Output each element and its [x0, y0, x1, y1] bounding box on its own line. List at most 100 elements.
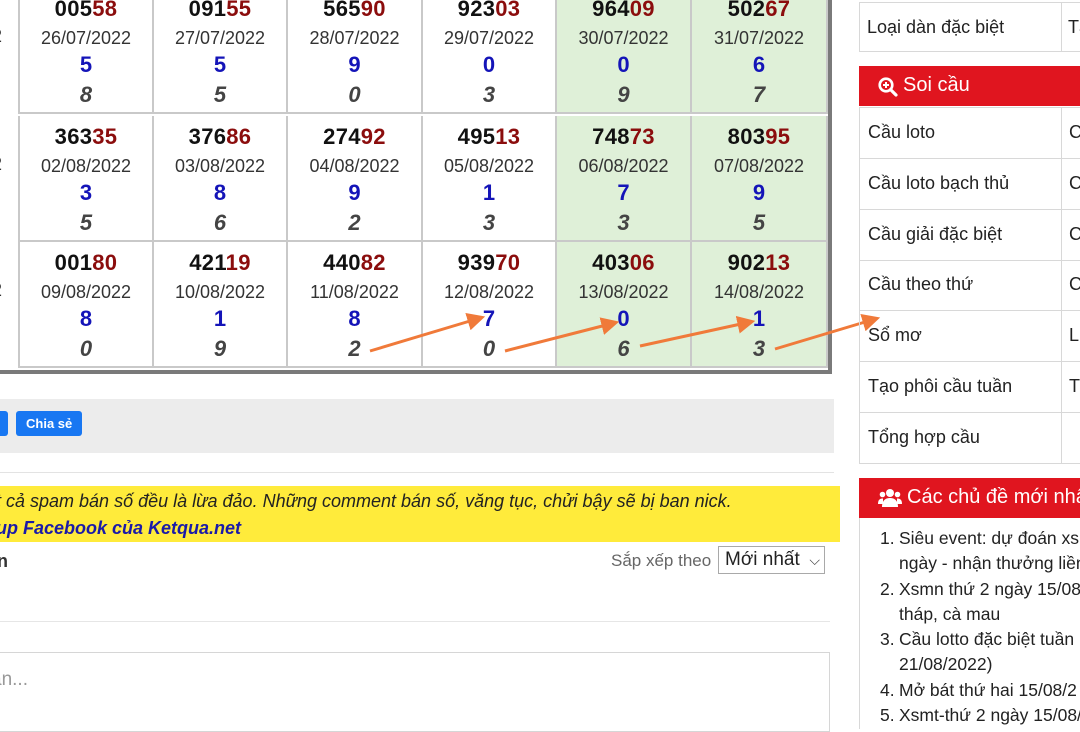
soi-cau-link-secondary[interactable]: C — [1069, 173, 1080, 194]
results-table: 20055826/07/2022580915527/07/20225556590… — [0, 0, 832, 374]
sort-value: Mới nhất — [725, 549, 800, 570]
soi-cau-link-secondary[interactable]: C — [1069, 274, 1080, 295]
special-prize-number[interactable]: 80395 — [692, 124, 826, 150]
result-cell: 80395 07/08/2022 9 5 — [692, 116, 828, 242]
head-digit: 0 — [617, 306, 630, 331]
draw-date: 11/08/2022 — [310, 282, 399, 302]
result-cell: 74873 06/08/2022 7 3 — [557, 116, 692, 242]
draw-date: 10/08/2022 — [174, 282, 266, 302]
soi-cau-row: Tổng hợp cầu — [860, 412, 1080, 464]
special-prize-number[interactable]: 90213 — [692, 250, 826, 276]
tail-digit: 6 — [213, 210, 227, 235]
soi-cau-link[interactable]: Cầu loto bạch thủ — [868, 173, 1009, 194]
topic-title-line: Mở bát thứ hai 15/08/2 — [899, 679, 1077, 700]
special-prize-number[interactable]: 92303 — [423, 0, 555, 22]
soi-cau-link[interactable]: Cầu loto — [868, 122, 935, 143]
number-tail: 95 — [765, 124, 791, 149]
number-tail: 13 — [765, 250, 791, 275]
notice-text: t cả spam bán số đều là lừa đảo. Những c… — [0, 491, 732, 511]
number-prefix: 403 — [592, 250, 630, 275]
results-row: 20055826/07/2022580915527/07/20225556590… — [0, 0, 832, 114]
result-cell: 92303 29/07/2022 0 3 — [423, 0, 557, 114]
tail-digit: 0 — [79, 336, 93, 361]
tail-digit: 2 — [348, 210, 361, 235]
tail-digit: 3 — [482, 82, 496, 107]
share-bar: Chia sẻ — [0, 399, 834, 453]
number-prefix: 939 — [457, 250, 496, 275]
special-prize-number[interactable]: 50267 — [692, 0, 826, 22]
special-prize-number[interactable]: 37686 — [154, 124, 286, 150]
sort-select[interactable]: Mới nhất ⌵ — [718, 546, 825, 574]
comment-input[interactable]: ận... — [0, 652, 830, 732]
soi-cau-link-secondary[interactable]: Lị — [1069, 325, 1080, 346]
result-cell: 37686 03/08/2022 8 6 — [154, 116, 288, 242]
draw-date: 13/08/2022 — [578, 282, 669, 302]
sidebar-link-loai-dan-dac-biet[interactable]: Loại dàn đặc biệt — [867, 17, 1004, 38]
special-prize-number[interactable]: 74873 — [557, 124, 690, 150]
topic-title-line: tháp, cà mau — [899, 603, 1001, 624]
topic-title-line: Xsmt-thứ 2 ngày 15/08/ — [899, 705, 1080, 726]
special-prize-number[interactable]: 49513 — [423, 124, 555, 150]
draw-date: 28/07/2022 — [309, 28, 400, 48]
number-tail: 06 — [629, 250, 655, 275]
draw-date: 31/07/2022 — [713, 28, 805, 48]
topic-title-line: 21/08/2022) — [899, 654, 993, 675]
soi-cau-link-secondary[interactable]: C — [1069, 224, 1080, 245]
head-digit: 8 — [79, 306, 93, 331]
result-cell: 00180 09/08/2022 8 0 — [18, 242, 154, 368]
draw-date: 26/07/2022 — [40, 28, 132, 48]
share-button[interactable]: Chia sẻ — [16, 411, 83, 436]
special-prize-number[interactable]: 40306 — [557, 250, 690, 276]
number-prefix: 001 — [54, 250, 93, 275]
soi-cau-link[interactable]: Tạo phôi cầu tuần — [868, 376, 1012, 397]
soi-cau-link[interactable]: Cầu giải đặc biệt — [868, 224, 1002, 245]
soi-cau-link[interactable]: Sổ mơ — [868, 325, 922, 346]
draw-date: 09/08/2022 — [40, 282, 132, 302]
special-prize-number[interactable]: 36335 — [20, 124, 152, 150]
draw-date: 29/07/2022 — [443, 28, 535, 48]
number-tail: 19 — [225, 250, 251, 275]
tail-digit: 0 — [348, 82, 361, 107]
number-prefix: 005 — [54, 0, 93, 21]
result-cell: 27492 04/08/2022 9 2 — [288, 116, 423, 242]
special-prize-number[interactable]: 44082 — [288, 250, 421, 276]
tail-digit: 9 — [617, 82, 630, 107]
row-label: 2 — [0, 26, 2, 47]
special-prize-number[interactable]: 27492 — [288, 124, 421, 150]
soi-cau-title: Soi cầu — [903, 74, 970, 96]
topics-title: Các chủ đề mới nhấ — [907, 486, 1080, 508]
draw-date: 04/08/2022 — [309, 156, 400, 176]
soi-cau-link[interactable]: Cầu theo thứ — [868, 274, 973, 295]
number-prefix: 495 — [457, 124, 496, 149]
special-prize-number[interactable]: 42119 — [154, 250, 286, 276]
topic-title-line: ngày - nhận thưởng liền — [899, 553, 1080, 573]
head-digit: 1 — [213, 306, 227, 331]
soi-cau-link-secondary[interactable]: Tạ — [1069, 376, 1080, 397]
number-prefix: 421 — [189, 250, 226, 275]
special-prize-number[interactable]: 00558 — [20, 0, 152, 22]
topic-title-line: Siêu event: dự đoán xsn — [899, 528, 1080, 548]
soi-cau-row: Cầu giải đặc biệt C — [860, 209, 1080, 261]
sidebar-link-value[interactable]: Tạ — [1068, 17, 1080, 38]
soi-cau-row: Tạo phôi cầu tuần Tạ — [860, 362, 1080, 413]
special-prize-number[interactable]: 00180 — [20, 250, 152, 276]
sort-label: Sắp xếp theo — [611, 551, 712, 570]
number-tail: 82 — [360, 250, 386, 275]
head-digit: 3 — [79, 180, 93, 205]
number-prefix: 274 — [323, 124, 361, 149]
draw-date: 03/08/2022 — [174, 156, 266, 176]
tail-digit: 5 — [213, 82, 227, 107]
special-prize-number[interactable]: 96409 — [557, 0, 690, 22]
facebook-group-link[interactable]: up Facebook của Ketqua.net — [0, 518, 241, 539]
tail-digit: 2 — [348, 336, 361, 361]
special-prize-number[interactable]: 93970 — [423, 250, 555, 276]
number-prefix: 440 — [323, 250, 361, 275]
soi-cau-link-secondary[interactable]: C — [1069, 122, 1080, 143]
special-prize-number[interactable]: 56590 — [288, 0, 421, 22]
result-cell: 56590 28/07/2022 9 0 — [288, 0, 423, 114]
draw-date: 02/08/2022 — [40, 156, 132, 176]
special-prize-number[interactable]: 09155 — [154, 0, 286, 22]
like-button[interactable] — [0, 411, 8, 436]
soi-cau-row: Cầu theo thứ C — [860, 260, 1080, 312]
soi-cau-link[interactable]: Tổng hợp cầu — [868, 427, 980, 448]
